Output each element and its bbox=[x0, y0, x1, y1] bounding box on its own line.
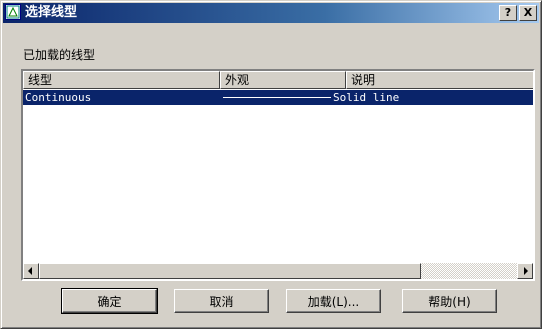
scroll-left-button[interactable] bbox=[23, 263, 39, 279]
title-bar[interactable]: 选择线型 ? X bbox=[3, 3, 539, 23]
linetype-list[interactable]: 线型 外观 说明 Continuous Solid line bbox=[21, 69, 535, 281]
column-header-description[interactable]: 说明 bbox=[346, 71, 533, 89]
list-header: 线型 外观 说明 bbox=[23, 71, 533, 89]
ok-button[interactable]: 确定 bbox=[61, 288, 158, 314]
scrollbar-thumb[interactable] bbox=[39, 263, 421, 279]
horizontal-scrollbar[interactable] bbox=[23, 263, 533, 279]
linetype-description: Solid line bbox=[333, 91, 400, 104]
scroll-right-button[interactable] bbox=[517, 263, 533, 279]
help-icon[interactable]: ? bbox=[499, 5, 517, 21]
linetype-dialog: 选择线型 ? X 已加载的线型 线型 外观 说明 Continuous Soli… bbox=[0, 0, 542, 329]
load-button[interactable]: 加载(L)... bbox=[286, 289, 381, 313]
list-item[interactable]: Continuous Solid line bbox=[23, 90, 533, 105]
close-icon[interactable]: X bbox=[519, 5, 537, 21]
app-icon bbox=[5, 4, 21, 20]
window-title: 选择线型 bbox=[25, 5, 78, 20]
arrow-right-icon bbox=[524, 267, 528, 275]
linetype-sample bbox=[223, 97, 331, 98]
arrow-left-icon bbox=[28, 267, 32, 275]
help-button[interactable]: 帮助(H) bbox=[402, 289, 497, 313]
loaded-linetypes-label: 已加载的线型 bbox=[23, 48, 96, 62]
column-header-linetype[interactable]: 线型 bbox=[23, 71, 220, 89]
linetype-name: Continuous bbox=[25, 91, 92, 104]
cancel-button[interactable]: 取消 bbox=[174, 289, 269, 313]
column-header-appearance[interactable]: 外观 bbox=[220, 71, 346, 89]
